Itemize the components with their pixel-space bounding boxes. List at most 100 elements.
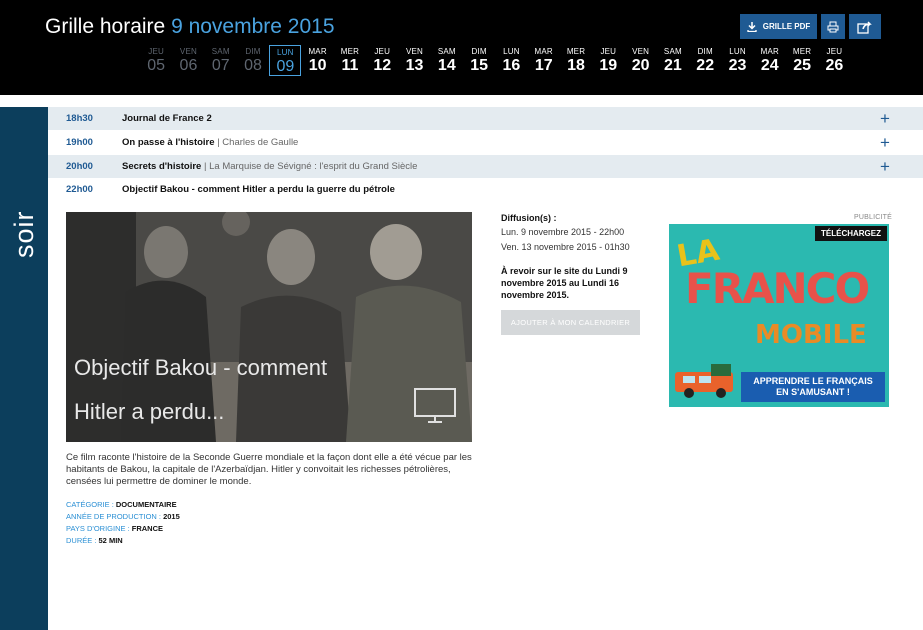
day-tab[interactable]: DIM 22 xyxy=(689,47,721,76)
schedule-row[interactable]: 20h00 Secrets d'histoire | La Marquise d… xyxy=(48,155,923,178)
day-tab-number: 10 xyxy=(308,57,327,74)
row-time: 22h00 xyxy=(66,184,93,195)
meta-categorie: CATÉGORIE : DOCUMENTAIRE xyxy=(66,500,177,509)
program-image[interactable]: Objectif Bakou - comment Hitler a perdu.… xyxy=(66,212,472,442)
tv-icon[interactable] xyxy=(414,388,456,424)
image-caption: Objectif Bakou - comment Hitler a perdu.… xyxy=(74,346,374,434)
day-tab-weekday: JEU xyxy=(374,47,391,56)
day-tab[interactable]: VEN 06 xyxy=(172,47,204,76)
header-bar: Grille horaire 9 novembre 2015 JEU 05 VEN 0… xyxy=(0,0,923,95)
expand-plus-icon[interactable]: + xyxy=(878,158,892,175)
day-tab[interactable]: LUN 09 xyxy=(269,45,302,76)
add-to-calendar-button[interactable]: AJOUTER À MON CALENDRIER xyxy=(501,310,640,335)
day-tab[interactable]: JEU 26 xyxy=(818,47,850,76)
ad-tagline-line2: EN S'AMUSANT ! xyxy=(776,387,850,397)
day-tab-number: 15 xyxy=(470,57,489,74)
day-tab[interactable]: MAR 17 xyxy=(528,47,560,76)
day-tab-number: 14 xyxy=(437,57,456,74)
print-button[interactable] xyxy=(821,14,845,39)
day-tab[interactable]: MER 11 xyxy=(334,47,366,76)
day-tab[interactable]: MAR 24 xyxy=(754,47,786,76)
schedule-row[interactable]: 19h00 On passe à l'histoire | Charles de… xyxy=(48,131,923,154)
day-tab-weekday: LUN xyxy=(503,47,520,56)
image-caption-line1: Objectif Bakou - comment xyxy=(74,355,328,380)
share-button[interactable] xyxy=(849,14,881,39)
row-time: 20h00 xyxy=(66,161,93,172)
day-tab[interactable]: LUN 16 xyxy=(495,47,527,76)
day-tab-weekday: LUN xyxy=(729,47,746,56)
day-tab[interactable]: VEN 20 xyxy=(624,47,656,76)
day-tab[interactable]: LUN 23 xyxy=(721,47,753,76)
ad-tagline: APPRENDRE LE FRANÇAIS EN S'AMUSANT ! xyxy=(741,372,885,402)
day-tab[interactable]: SAM 14 xyxy=(431,47,463,76)
diffusion-item: Lun. 9 novembre 2015 - 22h00 xyxy=(501,227,625,237)
grille-pdf-button[interactable]: GRILLE PDF xyxy=(740,14,817,39)
program-description: Ce film raconte l'histoire de la Seconde… xyxy=(66,452,472,487)
schedule-row-expanded[interactable]: 22h00 Objectif Bakou - comment Hitler a … xyxy=(48,178,923,201)
day-tab-number: 22 xyxy=(696,57,715,74)
row-subtitle: Charles de Gaulle xyxy=(222,137,299,148)
day-tab[interactable]: MER 18 xyxy=(560,47,592,76)
day-tab-weekday: JEU xyxy=(826,47,843,56)
day-tab-number: 05 xyxy=(147,57,166,74)
day-tab[interactable]: JEU 19 xyxy=(592,47,624,76)
day-tab-number: 06 xyxy=(179,57,198,74)
schedule-row[interactable]: 18h30 Journal de France 2 + xyxy=(48,107,923,130)
row-title: Secrets d'histoire xyxy=(122,161,202,172)
meta-annee: ANNÉE DE PRODUCTION : 2015 xyxy=(66,512,180,521)
page-title-date: 9 novembre 2015 xyxy=(171,15,335,38)
day-tab-number: 20 xyxy=(631,57,650,74)
day-tab[interactable]: DIM 15 xyxy=(463,47,495,76)
day-tab[interactable]: JEU 12 xyxy=(366,47,398,76)
grille-pdf-label: GRILLE PDF xyxy=(762,22,811,31)
section-label: soir xyxy=(9,210,39,258)
day-tab-weekday: MAR xyxy=(534,47,553,56)
day-tab-weekday: MER xyxy=(792,47,812,56)
day-tab-number: 17 xyxy=(534,57,553,74)
day-tab-weekday: VEN xyxy=(405,47,424,56)
row-program: Objectif Bakou - comment Hitler a perdu … xyxy=(122,184,395,195)
van-icon xyxy=(675,364,733,398)
day-tab-number: 07 xyxy=(211,57,230,74)
day-tab[interactable]: SAM 07 xyxy=(205,47,237,76)
day-tab[interactable]: DIM 08 xyxy=(237,47,269,76)
sidebar-soir: soir xyxy=(0,95,48,630)
ad-word-mobile: MOBILE xyxy=(755,320,867,350)
day-tab-weekday: JEU xyxy=(600,47,617,56)
day-tab-weekday: MER xyxy=(340,47,360,56)
day-tab[interactable]: VEN 13 xyxy=(398,47,430,76)
day-tab-weekday: MER xyxy=(566,47,586,56)
day-tab-number: 24 xyxy=(760,57,779,74)
ad-word-franco: FRANCO xyxy=(685,264,870,313)
day-tab[interactable]: MAR 10 xyxy=(301,47,333,76)
row-title: On passe à l'histoire xyxy=(122,137,215,148)
day-tab[interactable]: SAM 21 xyxy=(657,47,689,76)
day-tab-number: 11 xyxy=(341,57,359,74)
day-tab-weekday: DIM xyxy=(697,47,713,56)
row-title: Objectif Bakou - comment Hitler a perdu … xyxy=(122,184,395,195)
expand-plus-icon[interactable]: + xyxy=(878,134,892,151)
ad-banner[interactable]: LA FRANCO MOBILE APPRENDRE LE FRANÇAIS E… xyxy=(669,224,889,407)
row-time: 19h00 xyxy=(66,137,93,148)
sidebar-divider xyxy=(0,95,48,107)
ad-label: PUBLICITÉ xyxy=(854,214,892,221)
day-tab[interactable]: JEU 05 xyxy=(140,47,172,76)
share-icon xyxy=(857,20,872,34)
day-tab-weekday: VEN xyxy=(632,47,650,56)
day-tab-number: 09 xyxy=(276,58,295,75)
day-tab[interactable]: MER 25 xyxy=(786,47,818,76)
day-tab-weekday: MAR xyxy=(760,47,779,56)
print-icon xyxy=(827,21,839,32)
day-tab-weekday: SAM xyxy=(437,47,456,56)
download-icon xyxy=(747,21,757,32)
day-tab-number: 08 xyxy=(244,57,262,74)
day-tab-number: 21 xyxy=(664,57,682,74)
day-tab-number: 18 xyxy=(567,57,585,74)
ad-download-button[interactable]: TÉLÉCHARGEZ xyxy=(815,226,887,241)
expand-plus-icon[interactable]: + xyxy=(878,110,892,127)
day-tab-weekday: JEU xyxy=(148,47,164,56)
diffusion-title: Diffusion(s) : xyxy=(501,213,557,223)
day-selector: JEU 05 VEN 06 SAM 07 DIM 08 LUN 09 MAR 10 MER 11 JEU 12… xyxy=(140,45,851,76)
page-title: Grille horaire 9 novembre 2015 xyxy=(45,15,335,39)
row-subtitle: La Marquise de Sévigné : l'esprit du Gra… xyxy=(209,161,418,172)
